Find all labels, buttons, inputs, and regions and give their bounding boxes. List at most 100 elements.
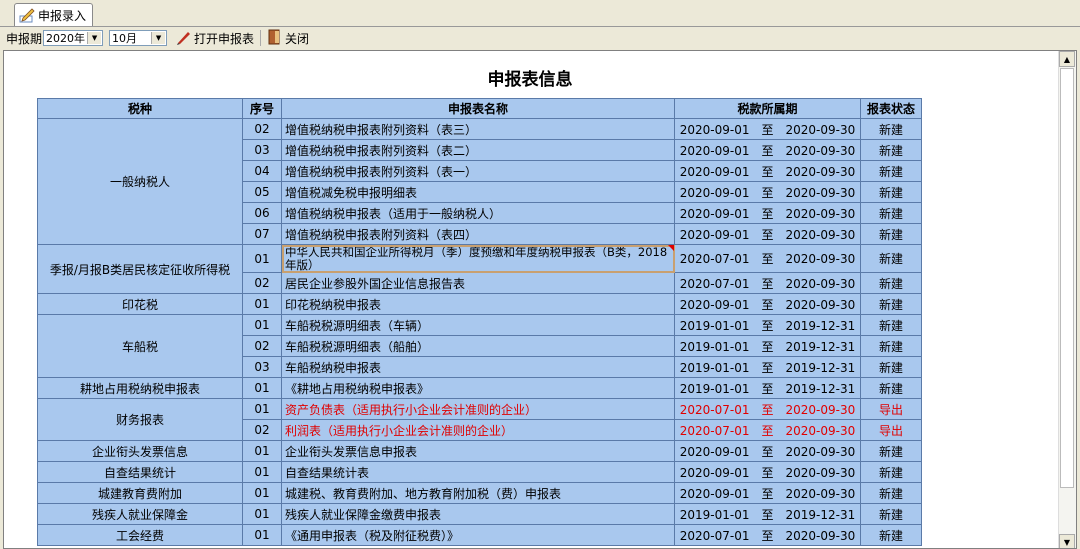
- scroll-down-icon[interactable]: ▼: [1059, 534, 1075, 548]
- tax-period-cell[interactable]: 2020-09-01 至 2020-09-30: [674, 223, 861, 245]
- seq-cell[interactable]: 01: [242, 293, 282, 315]
- seq-cell[interactable]: 01: [242, 440, 282, 462]
- tax-period-cell[interactable]: 2020-07-01 至 2020-09-30: [674, 419, 861, 441]
- seq-cell[interactable]: 01: [242, 377, 282, 399]
- table-row[interactable]: 耕地占用税纳税申报表 01 《耕地占用税纳税申报表》 2019-01-01 至 2019-…: [37, 377, 922, 399]
- status-cell[interactable]: 新建: [860, 160, 922, 182]
- tax-period-cell[interactable]: 2020-09-01 至 2020-09-30: [674, 202, 861, 224]
- report-name-cell[interactable]: 利润表（适用执行小企业会计准则的企业）: [281, 419, 675, 441]
- status-cell[interactable]: 导出: [860, 419, 922, 441]
- status-cell[interactable]: 新建: [860, 118, 922, 140]
- tax-period-cell[interactable]: 2020-07-01 至 2020-09-30: [674, 244, 861, 273]
- report-name-cell[interactable]: 印花税纳税申报表: [281, 293, 675, 315]
- tax-period-cell[interactable]: 2020-07-01 至 2020-09-30: [674, 524, 861, 546]
- table-row[interactable]: 财务报表 01 资产负债表（适用执行小企业会计准则的企业） 2020-07-01 至 20…: [37, 398, 922, 441]
- report-name-cell[interactable]: 城建税、教育费附加、地方教育附加税（费）申报表: [281, 482, 675, 504]
- tax-period-cell[interactable]: 2020-09-01 至 2020-09-30: [674, 482, 861, 504]
- status-cell[interactable]: 新建: [860, 461, 922, 483]
- open-report-button[interactable]: 打开申报表: [173, 29, 257, 48]
- report-name-cell[interactable]: 居民企业参股外国企业信息报告表: [281, 272, 675, 294]
- report-name-cell[interactable]: 车船税纳税申报表: [281, 356, 675, 378]
- table-row[interactable]: 企业衔头发票信息 01 企业衔头发票信息申报表 2020-09-01 至 2020-09-…: [37, 440, 922, 462]
- report-name-cell[interactable]: 车船税税源明细表（船舶）: [281, 335, 675, 357]
- seq-cell[interactable]: 01: [242, 524, 282, 546]
- year-select[interactable]: 2020年 ▼: [43, 30, 104, 46]
- table-row[interactable]: 城建教育费附加 01 城建税、教育费附加、地方教育附加税（费）申报表 2020-09-…: [37, 482, 922, 504]
- tax-period-cell[interactable]: 2020-09-01 至 2020-09-30: [674, 181, 861, 203]
- status-cell[interactable]: 新建: [860, 244, 922, 273]
- seq-cell[interactable]: 03: [242, 356, 282, 378]
- report-name-cell[interactable]: 《通用申报表（税及附征税费）》: [281, 524, 675, 546]
- tax-period-cell[interactable]: 2019-01-01 至 2019-12-31: [674, 356, 861, 378]
- seq-cell[interactable]: 04: [242, 160, 282, 182]
- status-cell[interactable]: 新建: [860, 314, 922, 336]
- month-select[interactable]: 10月 ▼: [109, 30, 168, 46]
- tax-period-cell[interactable]: 2019-01-01 至 2019-12-31: [674, 503, 861, 525]
- tax-period-cell[interactable]: 2020-09-01 至 2020-09-30: [674, 440, 861, 462]
- report-name-cell[interactable]: 《耕地占用税纳税申报表》: [281, 377, 675, 399]
- seq-cell[interactable]: 02: [242, 335, 282, 357]
- seq-cell[interactable]: 05: [242, 181, 282, 203]
- status-cell[interactable]: 新建: [860, 482, 922, 504]
- report-name-cell[interactable]: 增值税纳税申报表附列资料（表二）: [281, 139, 675, 161]
- tax-period-cell[interactable]: 2020-09-01 至 2020-09-30: [674, 118, 861, 140]
- table-row[interactable]: 印花税 01 印花税纳税申报表 2020-09-01 至 2020-09-30 新建: [37, 293, 922, 315]
- seq-cell[interactable]: 01: [242, 398, 282, 420]
- table-row[interactable]: 车船税 01 车船税税源明细表（车辆） 2019-01-01 至 2019-12-31 新建: [37, 314, 922, 378]
- tax-period-cell[interactable]: 2019-01-01 至 2019-12-31: [674, 335, 861, 357]
- vertical-scrollbar[interactable]: ▲ ▼: [1058, 51, 1076, 548]
- table-row[interactable]: 一般纳税人 02 增值税纳税申报表附列资料（表三） 2020-09-01 至 2020-0…: [37, 118, 922, 245]
- status-cell[interactable]: 新建: [860, 272, 922, 294]
- status-cell[interactable]: 新建: [860, 293, 922, 315]
- report-name-cell[interactable]: 增值税纳税申报表附列资料（表三）: [281, 118, 675, 140]
- status-cell[interactable]: 新建: [860, 356, 922, 378]
- tax-period-cell[interactable]: 2019-01-01 至 2019-12-31: [674, 377, 861, 399]
- seq-cell[interactable]: 01: [242, 244, 282, 273]
- seq-cell[interactable]: 02: [242, 272, 282, 294]
- status-cell[interactable]: 新建: [860, 335, 922, 357]
- report-name-cell[interactable]: 增值税纳税申报表附列资料（表一）: [281, 160, 675, 182]
- status-cell[interactable]: 新建: [860, 202, 922, 224]
- status-cell[interactable]: 新建: [860, 181, 922, 203]
- scroll-up-icon[interactable]: ▲: [1059, 51, 1075, 67]
- report-name-cell[interactable]: 中华人民共和国企业所得税月（季）度预缴和年度纳税申报表（B类，2018年版）: [281, 244, 675, 273]
- table-row[interactable]: 自查结果统计 01 自查结果统计表 2020-09-01 至 2020-09-30 新建: [37, 461, 922, 483]
- status-cell[interactable]: 导出: [860, 398, 922, 420]
- seq-cell[interactable]: 03: [242, 139, 282, 161]
- report-name-cell[interactable]: 企业衔头发票信息申报表: [281, 440, 675, 462]
- seq-cell[interactable]: 01: [242, 482, 282, 504]
- status-cell[interactable]: 新建: [860, 440, 922, 462]
- tax-period-cell[interactable]: 2020-09-01 至 2020-09-30: [674, 293, 861, 315]
- status-cell[interactable]: 新建: [860, 139, 922, 161]
- report-name-cell[interactable]: 增值税减免税申报明细表: [281, 181, 675, 203]
- tax-period-cell[interactable]: 2019-01-01 至 2019-12-31: [674, 314, 861, 336]
- seq-cell[interactable]: 07: [242, 223, 282, 245]
- report-name-cell[interactable]: 增值税纳税申报表（适用于一般纳税人）: [281, 202, 675, 224]
- status-cell[interactable]: 新建: [860, 377, 922, 399]
- report-name-cell[interactable]: 自查结果统计表: [281, 461, 675, 483]
- close-button[interactable]: 关闭: [264, 29, 312, 48]
- status-cell[interactable]: 新建: [860, 524, 922, 546]
- tax-period-cell[interactable]: 2020-09-01 至 2020-09-30: [674, 139, 861, 161]
- seq-cell[interactable]: 01: [242, 503, 282, 525]
- tab-declaration-entry[interactable]: 申报录入: [14, 3, 94, 26]
- table-row[interactable]: 工会经费 01 《通用申报表（税及附征税费）》 2020-07-01 至 2020-09-…: [37, 524, 922, 546]
- seq-cell[interactable]: 01: [242, 461, 282, 483]
- report-name-cell[interactable]: 残疾人就业保障金缴费申报表: [281, 503, 675, 525]
- scrollbar-thumb[interactable]: [1060, 68, 1074, 488]
- report-name-cell[interactable]: 车船税税源明细表（车辆）: [281, 314, 675, 336]
- tax-period-cell[interactable]: 2020-09-01 至 2020-09-30: [674, 160, 861, 182]
- report-name-cell[interactable]: 资产负债表（适用执行小企业会计准则的企业）: [281, 398, 675, 420]
- seq-cell[interactable]: 02: [242, 118, 282, 140]
- status-cell[interactable]: 新建: [860, 223, 922, 245]
- table-row[interactable]: 残疾人就业保障金 01 残疾人就业保障金缴费申报表 2019-01-01 至 2019-1…: [37, 503, 922, 525]
- report-name-cell[interactable]: 增值税纳税申报表附列资料（表四）: [281, 223, 675, 245]
- table-row[interactable]: 季报/月报B类居民核定征收所得税 01 中华人民共和国企业所得税月（季）度预缴和年度…: [37, 244, 922, 294]
- seq-cell[interactable]: 02: [242, 419, 282, 441]
- seq-cell[interactable]: 01: [242, 314, 282, 336]
- tax-period-cell[interactable]: 2020-07-01 至 2020-09-30: [674, 398, 861, 420]
- tax-period-cell[interactable]: 2020-09-01 至 2020-09-30: [674, 461, 861, 483]
- status-cell[interactable]: 新建: [860, 503, 922, 525]
- seq-cell[interactable]: 06: [242, 202, 282, 224]
- dropdown-arrow-icon[interactable]: ▼: [151, 32, 166, 44]
